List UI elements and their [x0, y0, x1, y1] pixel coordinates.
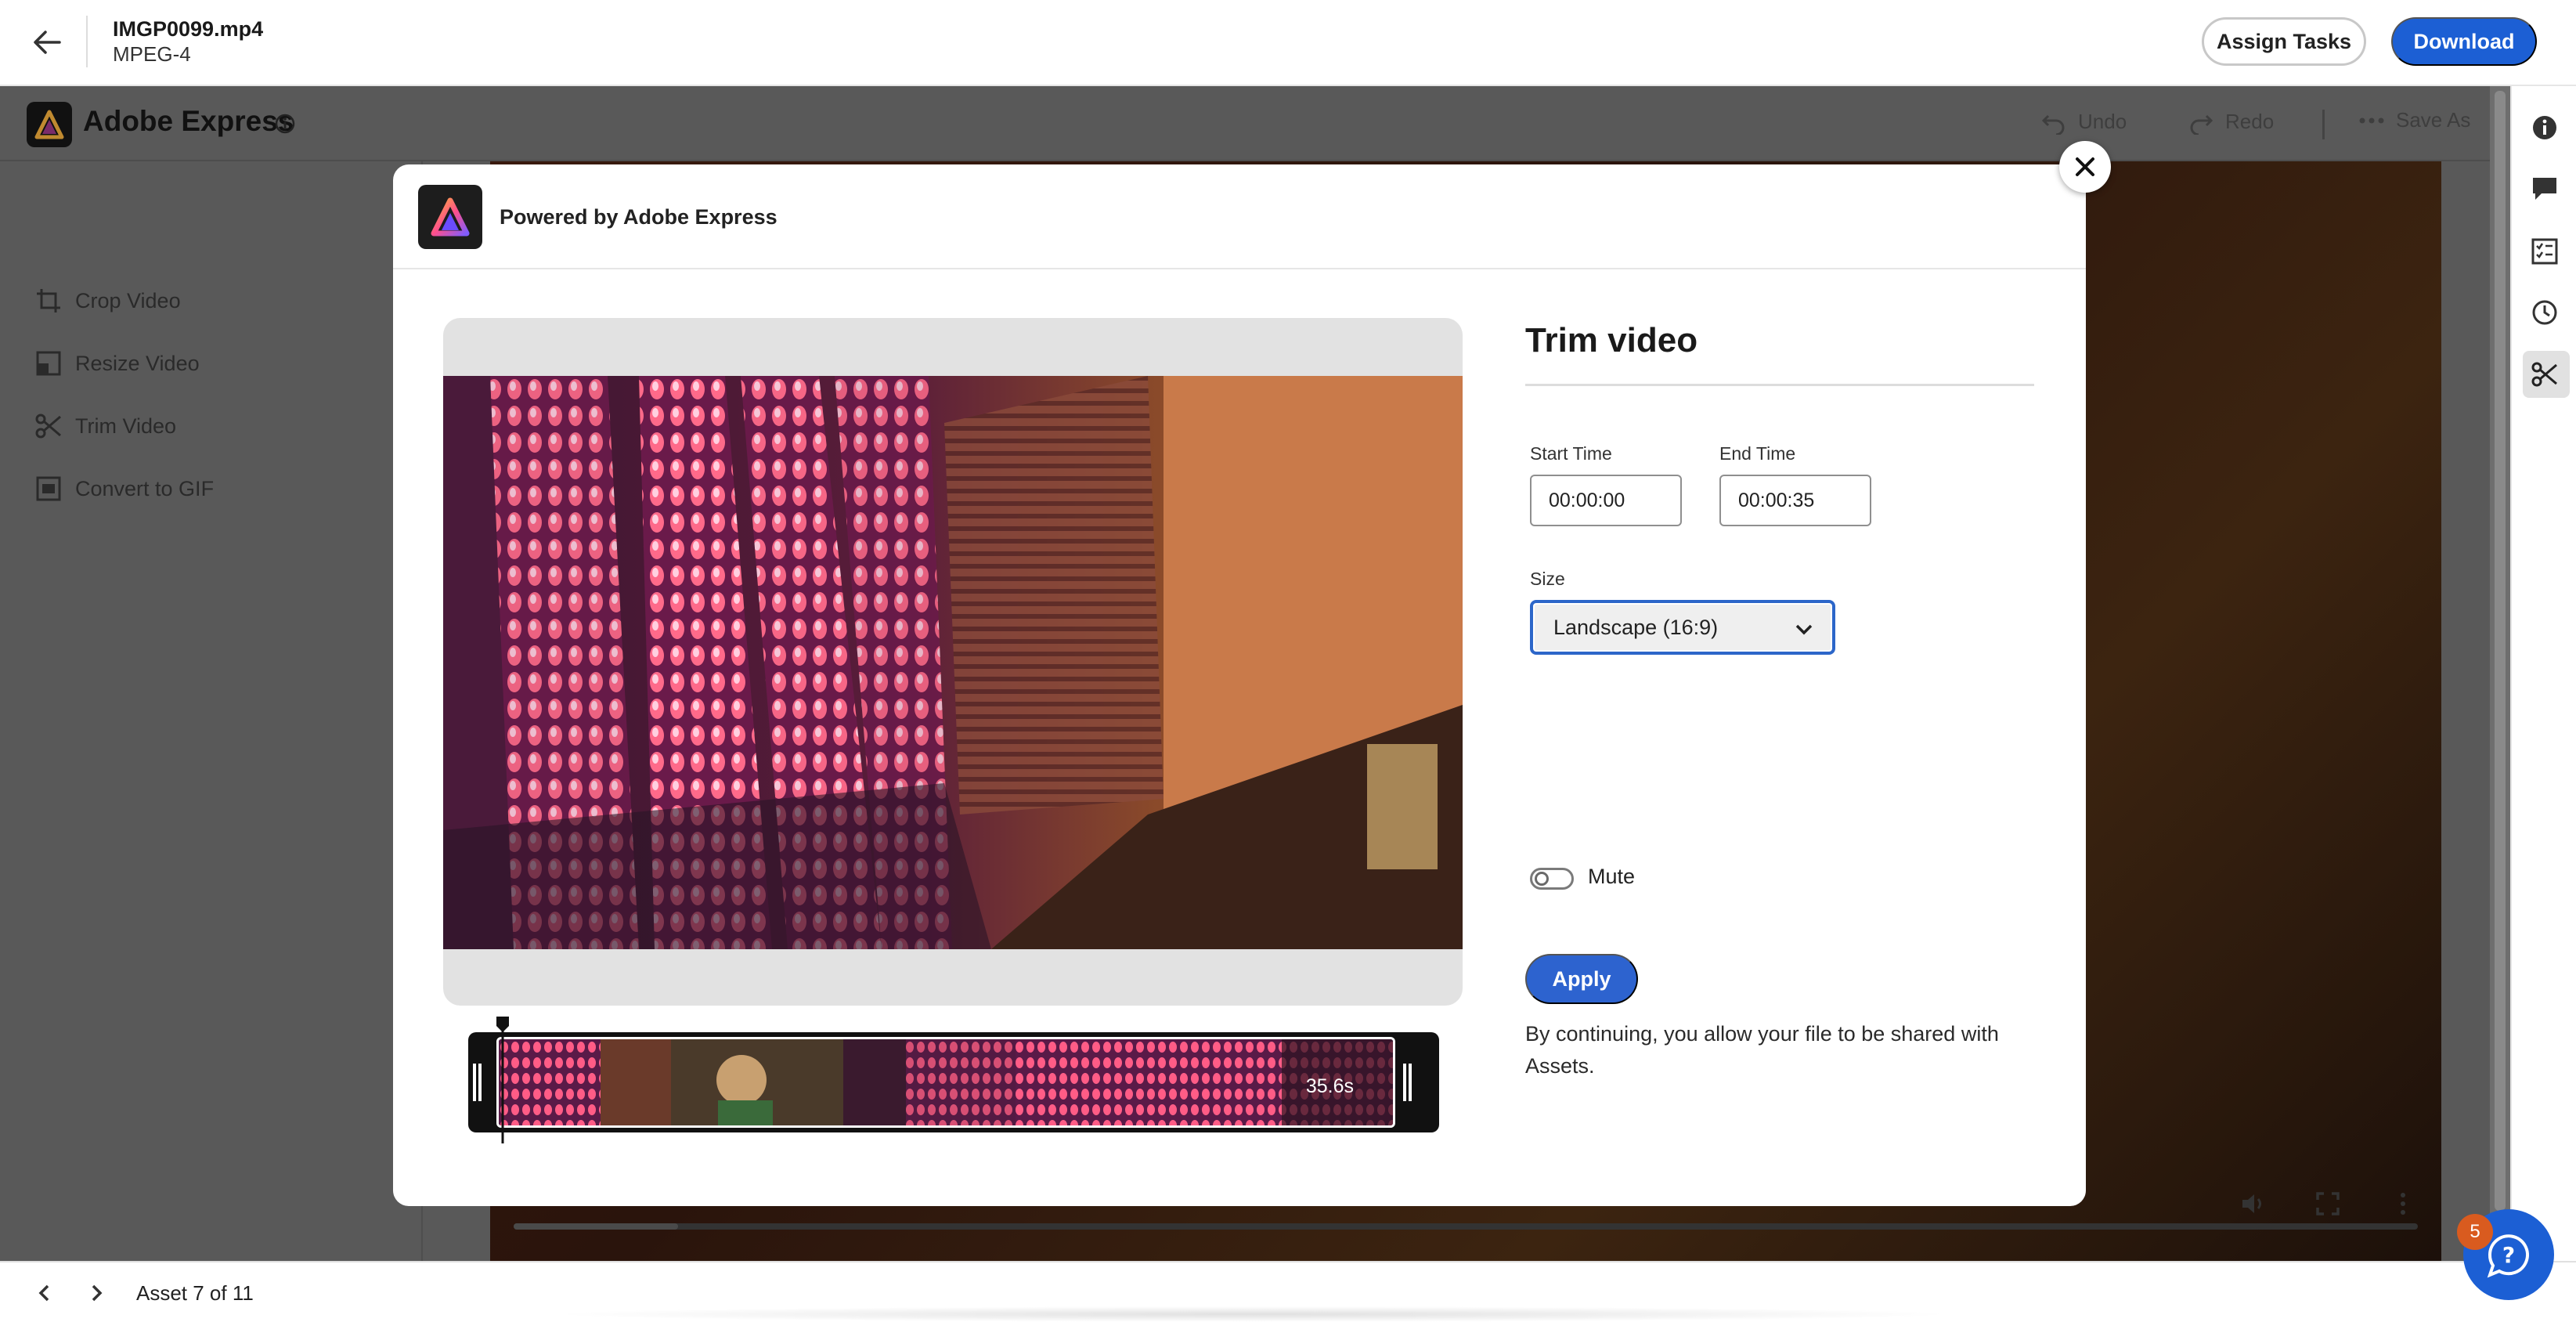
file-type: MPEG-4 — [113, 42, 191, 66]
timeline-thumbnails: 35.6s — [496, 1037, 1395, 1128]
menu-label: Resize Video — [75, 351, 200, 375]
chevron-right-icon[interactable] — [85, 1281, 108, 1305]
download-button[interactable]: Download — [2391, 17, 2537, 66]
tool-menu: Crop Video Resize Video Trim Video Conve… — [0, 161, 423, 1261]
mute-label: Mute — [1588, 865, 1636, 888]
history-icon[interactable] — [2528, 296, 2561, 329]
back-arrow-icon[interactable] — [30, 25, 64, 60]
trim-timeline[interactable]: 35.6s — [468, 1032, 1439, 1132]
menu-trim-video[interactable]: Trim Video — [34, 412, 176, 440]
resize-icon — [36, 351, 61, 376]
undo-button[interactable]: Undo — [2040, 108, 2127, 135]
mute-toggle[interactable] — [1530, 868, 1574, 890]
size-select[interactable]: Landscape (16:9) — [1530, 600, 1835, 655]
volume-icon[interactable] — [2239, 1190, 2266, 1217]
menu-label: Convert to GIF — [75, 476, 215, 500]
trim-start-handle[interactable] — [473, 1064, 484, 1101]
redo-button[interactable]: Redo — [2188, 108, 2274, 135]
menu-crop-video[interactable]: Crop Video — [34, 287, 181, 315]
more-vertical-icon[interactable] — [2390, 1190, 2416, 1217]
video-progress-played — [514, 1223, 678, 1230]
size-label: Size — [1530, 569, 1565, 589]
undo-label: Undo — [2078, 109, 2127, 133]
express-title: Adobe Express — [83, 105, 294, 137]
more-dots-icon — [2359, 117, 2384, 123]
menu-convert-to-gif[interactable]: Convert to GIF — [34, 475, 214, 503]
redo-icon — [2190, 114, 2213, 135]
trim-title: Trim video — [1525, 321, 1698, 359]
toolbar-divider — [2322, 110, 2325, 139]
adobe-express-logo — [418, 185, 482, 249]
video-preview — [443, 318, 1463, 1006]
chevron-down-icon — [1795, 624, 1813, 635]
start-time-label: Start Time — [1530, 443, 1612, 464]
toggle-knob — [1535, 872, 1549, 886]
svg-text:?: ? — [2502, 1242, 2515, 1268]
info-icon[interactable] — [2528, 111, 2561, 144]
start-time-input[interactable]: 00:00:00 — [1530, 475, 1682, 526]
close-icon — [2076, 157, 2094, 176]
adobe-express-logo — [27, 102, 72, 147]
fullscreen-icon[interactable] — [2314, 1190, 2341, 1217]
info-icon[interactable] — [274, 113, 296, 135]
scissors-icon — [35, 414, 61, 439]
chevron-left-icon[interactable] — [33, 1281, 56, 1305]
assign-tasks-button[interactable]: Assign Tasks — [2202, 17, 2366, 66]
video-progress-bar[interactable] — [514, 1223, 2418, 1230]
scissors-icon[interactable] — [2528, 358, 2561, 391]
crop-icon — [37, 289, 60, 312]
consent-text: By continuing, you allow your file to be… — [1525, 1022, 1999, 1078]
save-as-button[interactable]: Save As — [2358, 108, 2470, 132]
end-time-input[interactable]: 00:00:35 — [1719, 475, 1871, 526]
trim-end-handle[interactable] — [1403, 1064, 1414, 1101]
checklist-icon[interactable] — [2528, 235, 2561, 268]
size-value: Landscape (16:9) — [1553, 615, 1719, 639]
powered-by-label: Powered by Adobe Express — [500, 205, 777, 229]
right-rail — [2510, 86, 2576, 1261]
menu-label: Crop Video — [75, 288, 181, 312]
express-toolbar: Adobe Express Undo Redo Save As — [0, 86, 2490, 161]
bottom-shadow — [548, 1306, 1957, 1322]
modal-header: Powered by Adobe Express — [393, 164, 2086, 269]
video-frame — [443, 376, 1463, 949]
comment-icon[interactable] — [2528, 172, 2561, 205]
menu-label: Trim Video — [75, 414, 177, 438]
page-scrollbar[interactable] — [2490, 86, 2510, 1261]
file-name: IMGP0099.mp4 — [113, 17, 264, 41]
save-as-label: Save As — [2396, 108, 2471, 132]
menu-resize-video[interactable]: Resize Video — [34, 349, 200, 377]
trim-video-modal: Powered by Adobe Express 35.6s Trim vide… — [393, 164, 2086, 1206]
scrollbar-thumb[interactable] — [2495, 91, 2506, 1211]
header-divider — [86, 16, 88, 67]
playhead[interactable] — [495, 1015, 511, 1143]
gif-icon — [36, 476, 61, 501]
redo-label: Redo — [2225, 109, 2275, 133]
help-badge: 5 — [2457, 1214, 2493, 1250]
top-header: IMGP0099.mp4 MPEG-4 Assign Tasks Downloa… — [0, 0, 2576, 86]
end-time-label: End Time — [1719, 443, 1796, 464]
asset-counter: Asset 7 of 11 — [136, 1281, 254, 1305]
close-modal-button[interactable] — [2059, 141, 2111, 193]
apply-button[interactable]: Apply — [1525, 954, 1638, 1004]
title-divider — [1525, 384, 2034, 386]
undo-icon — [2041, 114, 2065, 135]
clip-duration: 35.6s — [1305, 1075, 1354, 1097]
